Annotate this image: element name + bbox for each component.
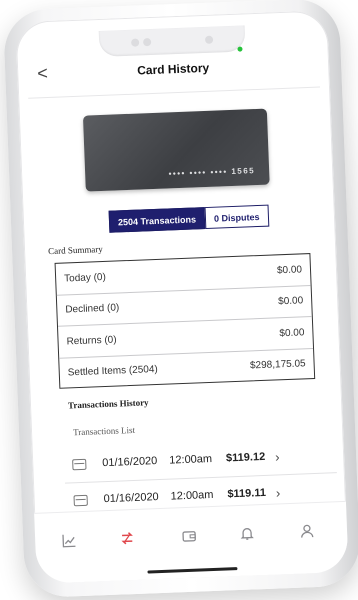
- card-number: •••• •••• •••• 1565: [168, 166, 256, 179]
- app-header: < Card History: [17, 44, 330, 90]
- chevron-right-icon: ›: [274, 448, 280, 465]
- summary-row-label: Today (0): [63, 271, 107, 285]
- wallet-icon[interactable]: [179, 526, 200, 547]
- card-icon: [73, 494, 88, 506]
- transaction-amount: $119.12: [225, 450, 266, 465]
- user-icon[interactable]: [297, 521, 318, 542]
- summary-row-label: Returns (0): [66, 334, 117, 348]
- summary-row-value: $0.00: [279, 327, 305, 340]
- transaction-amount: $119.11: [227, 486, 267, 501]
- transfer-icon[interactable]: [117, 528, 138, 549]
- transactions-history-heading: Transactions History: [67, 397, 149, 411]
- disputes-tab[interactable]: 0 Disputes: [204, 204, 269, 230]
- phone-mockup: < Card History •••• •••• •••• 1565 2504 …: [2, 0, 358, 599]
- summary-row-value: $0.00: [276, 264, 303, 277]
- home-indicator: [147, 567, 238, 574]
- transaction-date: 01/16/2020: [103, 491, 159, 506]
- summary-row-label: Declined (0): [65, 302, 120, 316]
- summary-row-value: $298,175.05: [249, 358, 306, 372]
- card-icon: [72, 458, 87, 470]
- header-divider: [28, 86, 321, 99]
- transaction-time: 12:00am: [169, 452, 213, 467]
- card-summary-heading: Card Summary: [47, 244, 104, 257]
- transaction-time: 12:00am: [170, 488, 214, 503]
- transaction-date: 01/16/2020: [102, 455, 158, 470]
- bottom-tab-bar: [34, 500, 349, 584]
- summary-row-label: Settled Items (2504): [67, 364, 158, 379]
- transactions-list-heading: Transactions List: [72, 424, 136, 438]
- page-title: Card History: [136, 60, 210, 78]
- camera-dot: [204, 35, 214, 44]
- chart-icon[interactable]: [59, 530, 80, 551]
- credit-card-image: •••• •••• •••• 1565: [82, 108, 270, 192]
- sensor-dot: [143, 37, 152, 47]
- bell-icon[interactable]: [237, 523, 258, 544]
- card-summary-table: Today (0) $0.00 Declined (0) $0.00 Retur…: [54, 253, 316, 389]
- sensor-dot: [131, 38, 140, 47]
- summary-row-value: $0.00: [277, 295, 304, 308]
- chevron-right-icon: ›: [275, 484, 281, 501]
- transactions-tab[interactable]: 2504 Transactions: [108, 207, 206, 233]
- history-segmented-control: 2504 Transactions 0 Disputes: [108, 204, 269, 233]
- app-screen: < Card History •••• •••• •••• 1565 2504 …: [15, 10, 349, 584]
